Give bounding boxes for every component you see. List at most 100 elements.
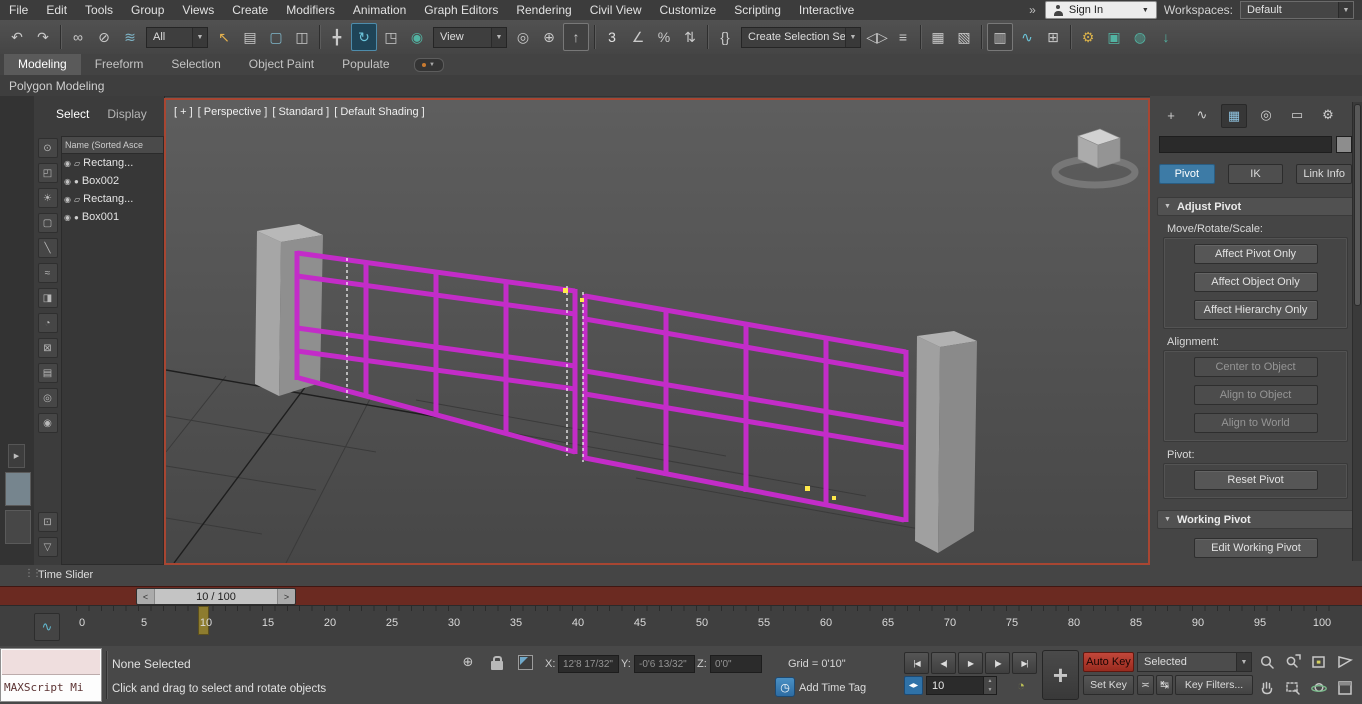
ribbon-tab-object-paint[interactable]: Object Paint — [235, 54, 328, 75]
menu-item-civil-view[interactable]: Civil View — [581, 1, 651, 19]
selection-region-icon[interactable]: ▢ — [264, 24, 288, 50]
affect-hierarchy-only-button[interactable]: Affect Hierarchy Only — [1194, 300, 1318, 320]
menu-item-customize[interactable]: Customize — [651, 1, 726, 19]
explorer-cameras-filter-icon[interactable]: ◔ — [38, 313, 58, 333]
go-to-end-button[interactable]: ▶| — [1012, 652, 1037, 674]
pivot-button[interactable]: Pivot — [1159, 164, 1215, 184]
spinner-snap-icon[interactable]: ⇅ — [678, 24, 702, 50]
menu-item-animation[interactable]: Animation — [344, 1, 415, 19]
field-of-view-icon[interactable] — [1334, 651, 1356, 673]
viewport-layout-tab-b[interactable] — [5, 510, 31, 544]
frame-spinner[interactable]: ▲▼ — [983, 677, 996, 694]
y-coordinate-field[interactable]: -0'6 13/32" — [634, 655, 695, 673]
viewport-renderer-menu[interactable]: [ Standard ] — [272, 106, 329, 118]
working-pivot-rollout-header[interactable]: ▼ Working Pivot — [1157, 510, 1354, 529]
open-mini-curve-editor-icon[interactable]: ∿ — [34, 613, 60, 641]
explorer-shapes-filter-icon[interactable]: ╲ — [38, 238, 58, 258]
set-keys-button[interactable]: + — [1042, 650, 1079, 700]
visibility-eye-icon[interactable]: ◉ — [64, 195, 71, 204]
auto-key-button[interactable]: Auto Key — [1083, 652, 1134, 672]
object-name-field[interactable] — [1159, 136, 1332, 153]
menu-item-interactive[interactable]: Interactive — [790, 1, 863, 19]
right-pillar-box[interactable] — [915, 331, 977, 553]
explorer-spacewarps-filter-icon[interactable]: ≈ — [38, 263, 58, 283]
next-frame-button[interactable]: |▶ — [985, 652, 1010, 674]
current-frame-field[interactable]: 10 ▲▼ — [926, 676, 997, 695]
time-slider-value[interactable]: 10 / 100 — [154, 589, 278, 604]
key-filters-button[interactable]: Key Filters... — [1175, 675, 1253, 695]
explorer-geometry-filter-icon[interactable]: ▢ — [38, 213, 58, 233]
listener-pane[interactable]: MAXScript Mi — [2, 675, 100, 700]
pan-icon[interactable] — [1256, 677, 1278, 699]
fence-gate-right[interactable] — [585, 294, 906, 522]
workspace-dropdown[interactable]: Default ▼ — [1240, 1, 1354, 19]
schematic-view-icon[interactable]: ⊞ — [1041, 24, 1065, 50]
maximize-viewport-toggle-icon[interactable] — [1334, 677, 1356, 699]
add-time-tag-button[interactable]: Add Time Tag — [799, 682, 866, 694]
zoom-all-icon[interactable] — [1282, 651, 1304, 673]
absolute-offset-mode-icon[interactable] — [518, 655, 533, 670]
explorer-tab-display[interactable]: Display — [101, 106, 152, 122]
time-tag-clock-icon[interactable]: ◷ — [775, 677, 795, 697]
explorer-lights-filter-icon[interactable]: ☀ — [38, 188, 58, 208]
track-bar[interactable]: 0510152025303540455055606570758085909510… — [0, 605, 1362, 648]
next-frame-nub[interactable]: > — [278, 589, 295, 604]
select-and-scale-icon[interactable]: ◳ — [379, 24, 403, 50]
viewport-pov-menu[interactable]: [ Perspective ] — [198, 106, 268, 118]
isolate-selection-icon[interactable]: ⊕ — [459, 653, 477, 671]
reset-pivot-button[interactable]: Reset Pivot — [1194, 470, 1318, 490]
unlink-selection-icon[interactable]: ⊘ — [92, 24, 116, 50]
menu-item-file[interactable]: File — [0, 1, 37, 19]
select-and-manipulate-icon[interactable]: ⊕ — [537, 24, 561, 50]
center-to-object-button[interactable]: Center to Object — [1194, 357, 1318, 377]
fence-gate-left[interactable] — [297, 251, 575, 454]
affect-pivot-only-button[interactable]: Affect Pivot Only — [1194, 244, 1318, 264]
visibility-eye-icon[interactable]: ◉ — [64, 159, 71, 168]
ribbon-tab-populate[interactable]: Populate — [328, 54, 403, 75]
modify-tab[interactable]: ∿ — [1190, 104, 1214, 126]
select-and-place-icon[interactable]: ◉ — [405, 24, 429, 50]
ik-button[interactable]: IK — [1228, 164, 1284, 184]
hierarchy-tab[interactable]: ▦ — [1221, 104, 1247, 128]
go-to-start-button[interactable]: |◀ — [904, 652, 929, 674]
select-and-rotate-icon[interactable]: ↻ — [351, 23, 377, 51]
ribbon-panel-title[interactable]: Polygon Modeling — [9, 79, 104, 93]
menu-item-group[interactable]: Group — [122, 1, 173, 19]
layer-explorer-toggle-icon[interactable]: ▧ — [952, 24, 976, 50]
affect-object-only-button[interactable]: Affect Object Only — [1194, 272, 1318, 292]
explorer-helpers-filter-icon[interactable]: ◨ — [38, 288, 58, 308]
menu-item-modifiers[interactable]: Modifiers — [277, 1, 344, 19]
scene-object-row[interactable]: ◉▱Rectang... — [62, 154, 163, 172]
macro-recorder-pane[interactable] — [2, 650, 100, 675]
explorer-visibility-icon[interactable]: ◉ — [38, 413, 58, 433]
display-tab[interactable]: ▭ — [1285, 104, 1309, 126]
create-tab[interactable]: + — [1159, 104, 1183, 126]
time-slider-track[interactable]: < 10 / 100 > — [0, 586, 1362, 606]
keyboard-shortcut-override-icon[interactable]: ↑ — [563, 23, 589, 51]
menu-item-graph-editors[interactable]: Graph Editors — [415, 1, 507, 19]
motion-tab[interactable]: ◎ — [1254, 104, 1278, 126]
explorer-bones-filter-icon[interactable]: ⊠ — [38, 338, 58, 358]
align-to-world-button[interactable]: Align to World — [1194, 413, 1318, 433]
bind-to-space-warp-icon[interactable]: ≋ — [118, 24, 142, 50]
previous-frame-button[interactable]: ◀| — [931, 652, 956, 674]
ribbon-config-button[interactable]: ▼ — [414, 58, 444, 72]
explorer-name-column-header[interactable]: Name (Sorted Asce — [62, 137, 163, 154]
zoom-extents-icon[interactable] — [1308, 651, 1330, 673]
key-mode-toggle-icon[interactable]: ◀▶ — [904, 676, 923, 695]
angle-snap-icon[interactable]: ∠ — [626, 24, 650, 50]
ribbon-tab-modeling[interactable]: Modeling — [4, 54, 81, 75]
select-object-icon[interactable]: ↖ — [212, 24, 236, 50]
select-by-name-icon[interactable]: ▤ — [238, 24, 262, 50]
explorer-tab-select[interactable]: Select — [50, 106, 95, 122]
named-selection-sets-icon[interactable]: {} — [713, 24, 737, 50]
viewport-scene[interactable] — [166, 100, 1148, 563]
align-icon[interactable]: ≡ — [891, 24, 915, 50]
viewport-shading-menu[interactable]: [ Default Shading ] — [334, 106, 425, 118]
link-info-button[interactable]: Link Info — [1296, 164, 1352, 184]
previous-frame-nub[interactable]: < — [137, 589, 154, 604]
scene-object-row[interactable]: ◉●Box002 — [62, 172, 163, 190]
ribbon-tab-selection[interactable]: Selection — [157, 54, 234, 75]
viewport-layout-tab-a[interactable] — [5, 472, 31, 506]
adjust-pivot-rollout-header[interactable]: ▼ Adjust Pivot — [1157, 197, 1354, 216]
